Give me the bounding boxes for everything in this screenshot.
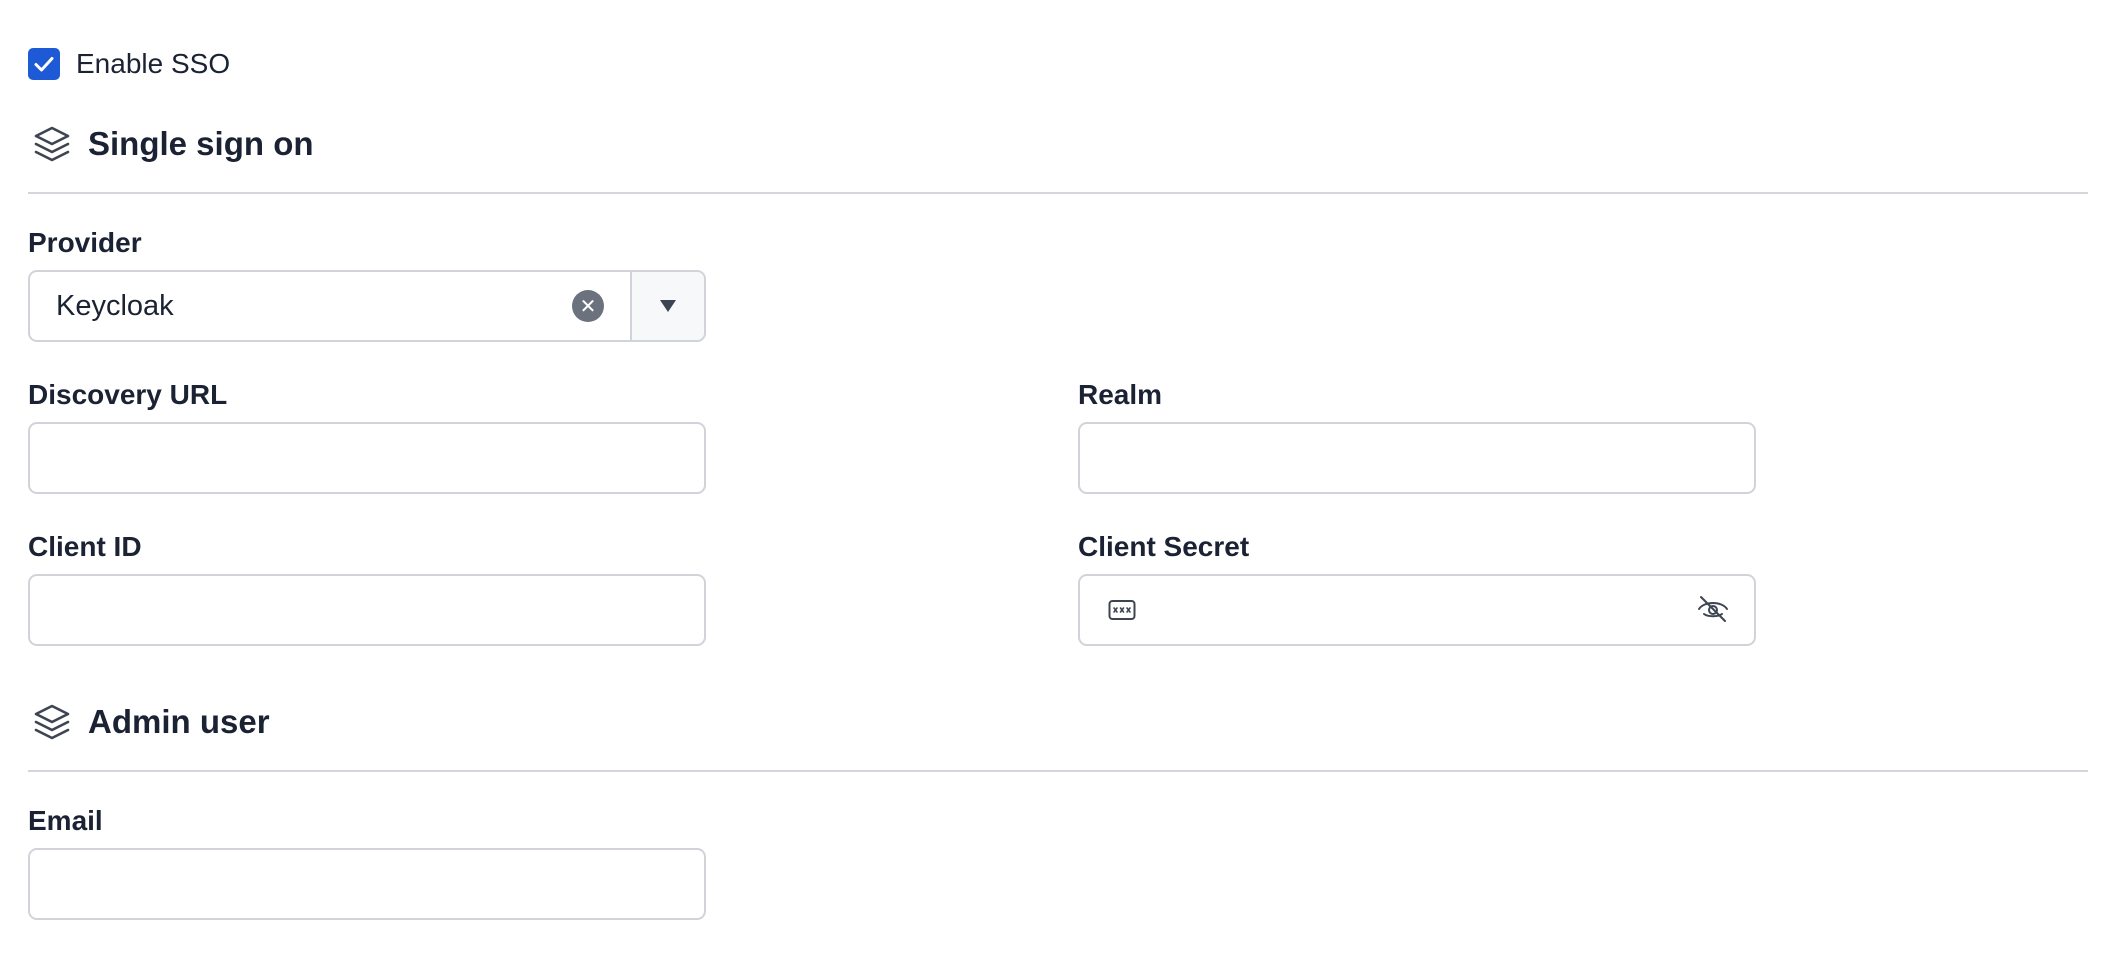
discovery-url-field[interactable] bbox=[28, 422, 706, 494]
checkmark-icon bbox=[34, 57, 54, 72]
section-title-admin-user: Admin user bbox=[88, 703, 270, 740]
eye-off-icon[interactable] bbox=[1696, 592, 1730, 626]
section-divider bbox=[28, 192, 2088, 194]
discovery-url-input[interactable] bbox=[30, 424, 704, 492]
realm-field[interactable] bbox=[1078, 422, 1756, 494]
client-id-label: Client ID bbox=[28, 531, 142, 562]
client-secret-field[interactable] bbox=[1078, 574, 1756, 646]
layers-icon bbox=[34, 126, 70, 162]
realm-input[interactable] bbox=[1080, 424, 1754, 492]
password-icon bbox=[1108, 600, 1136, 620]
provider-select[interactable]: Keycloak ✕ bbox=[28, 270, 706, 342]
layers-icon bbox=[34, 704, 70, 740]
provider-dropdown-toggle[interactable] bbox=[630, 272, 704, 340]
section-title-single-sign-on: Single sign on bbox=[88, 125, 314, 162]
email-field[interactable] bbox=[28, 848, 706, 920]
client-secret-input[interactable] bbox=[1080, 576, 1754, 644]
provider-label: Provider bbox=[28, 227, 142, 258]
caret-down-icon bbox=[660, 300, 676, 312]
clear-icon[interactable]: ✕ bbox=[572, 290, 604, 322]
client-id-field[interactable] bbox=[28, 574, 706, 646]
realm-label: Realm bbox=[1078, 379, 1163, 410]
provider-select-value[interactable]: Keycloak bbox=[30, 272, 572, 340]
client-id-input[interactable] bbox=[30, 576, 704, 644]
section-divider bbox=[28, 770, 2088, 772]
enable-sso-label[interactable]: Enable SSO bbox=[76, 46, 230, 82]
enable-sso-checkbox[interactable] bbox=[28, 48, 60, 80]
email-label: Email bbox=[28, 805, 103, 836]
discovery-url-label: Discovery URL bbox=[28, 379, 228, 410]
email-input[interactable] bbox=[30, 850, 704, 918]
client-secret-label: Client Secret bbox=[1078, 531, 1250, 562]
